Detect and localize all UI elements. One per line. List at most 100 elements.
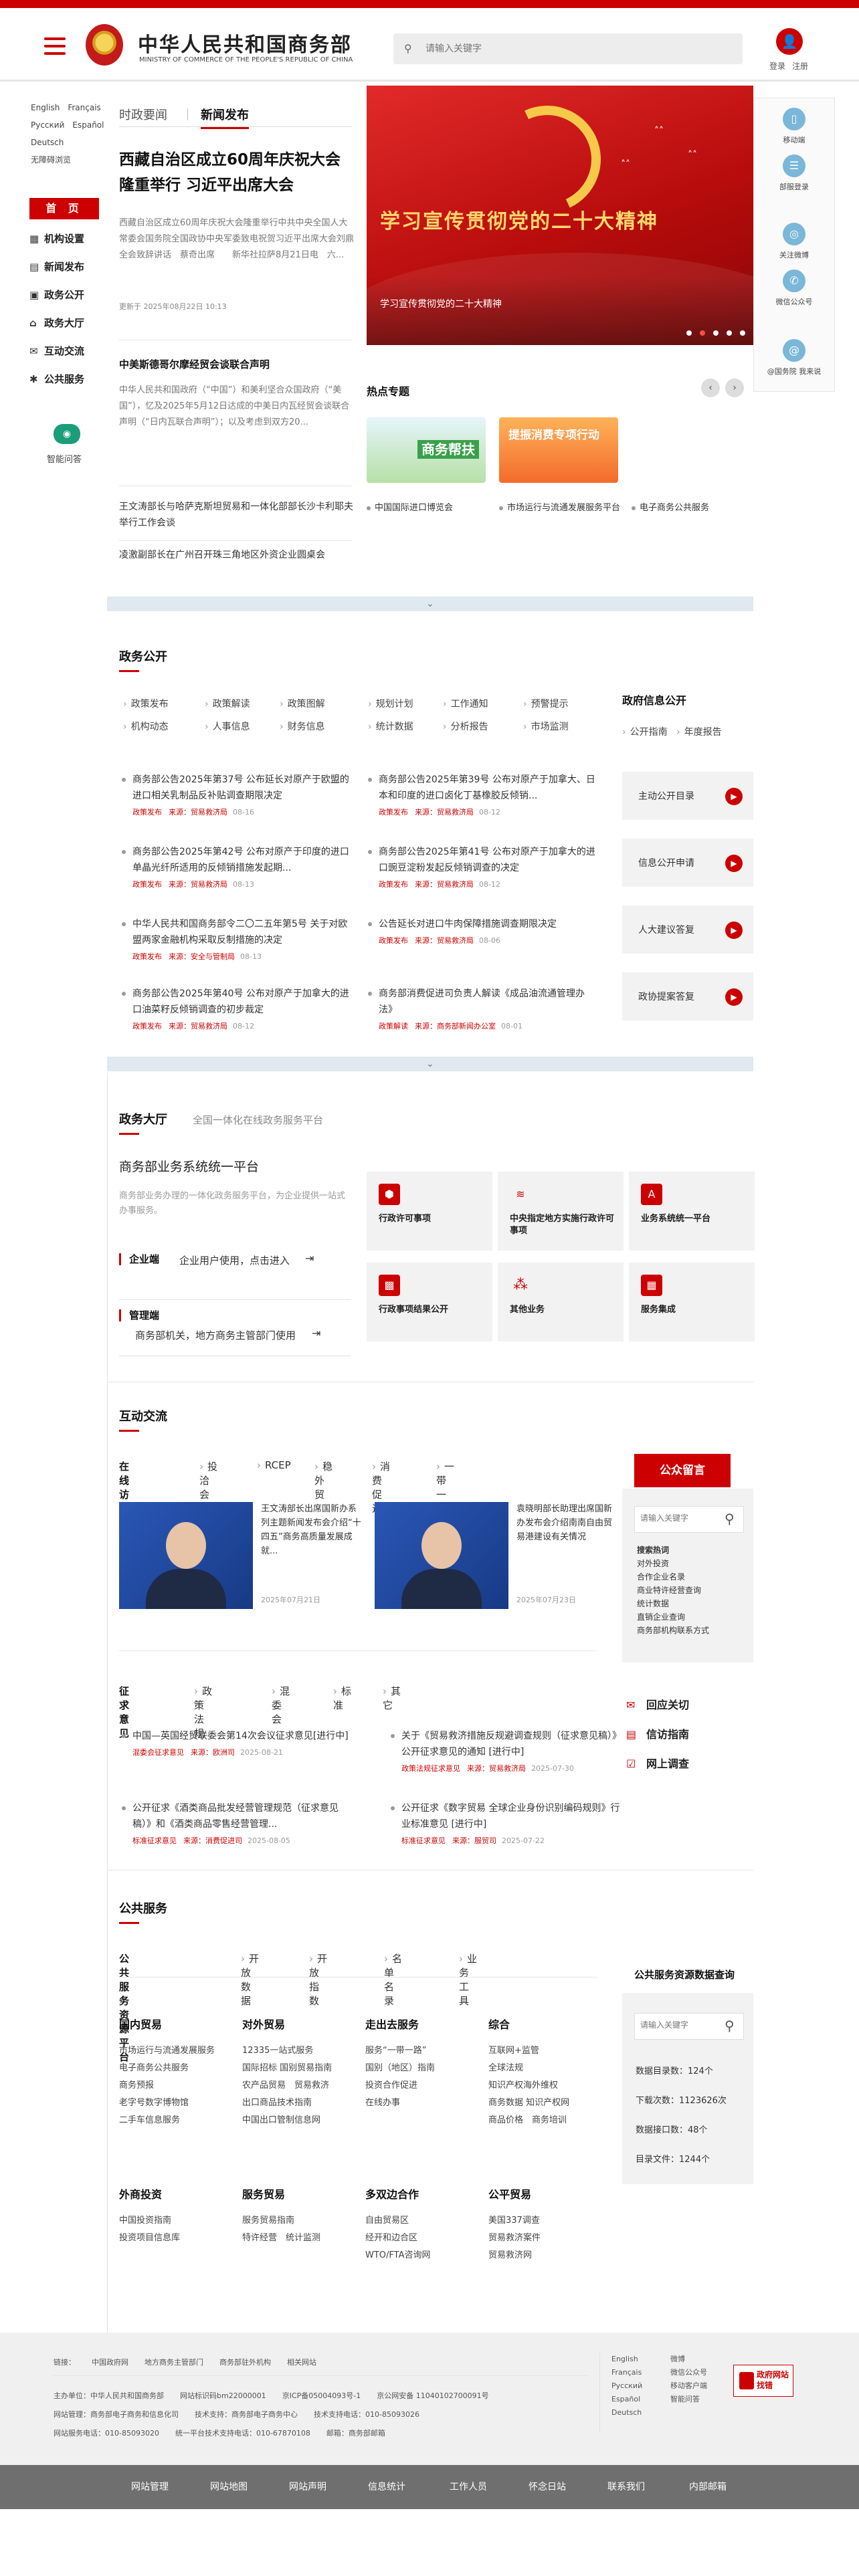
gov-cat[interactable]: 政策发布	[123, 697, 169, 710]
opinion-item[interactable]: 公开征求《数字贸易 全球企业身份识别编码规则》行业标准意见 [进行中] 标准征求意…	[391, 1800, 625, 1846]
gov-cat[interactable]: 市场监测	[523, 720, 569, 733]
svc-link[interactable]: WTO/FTA咨询网	[365, 2247, 483, 2264]
svc-link[interactable]: 12335一站式服务	[242, 2042, 360, 2060]
svc-link[interactable]: 国别（地区）指南	[365, 2060, 483, 2077]
public-tab[interactable]: 开放数据	[241, 1951, 259, 2008]
footer-text[interactable]: 邮箱：商务部邮箱	[326, 2429, 385, 2438]
tool-petition[interactable]: ▤ 信访指南	[626, 1725, 689, 1741]
gov-list-item[interactable]: 中华人民共和国商务部令二〇二五年第5号 关于对欧盟两家金融机构采取反制措施的决定…	[122, 916, 349, 962]
nav-item-org[interactable]: ▦ 机构设置	[29, 225, 110, 253]
banner-caption[interactable]: 学习宣传贯彻党的二十大精神	[380, 297, 502, 310]
opinion-tab[interactable]: 标准	[333, 1684, 351, 1712]
hot-word[interactable]: 商务部机构联系方式	[637, 1624, 709, 1637]
public-tab[interactable]: 业务工具	[459, 1951, 477, 2008]
gov-cat[interactable]: 机构动态	[123, 720, 169, 733]
tile-service-integration[interactable]: ▦ 服务集成	[629, 1263, 755, 1341]
nav-item-hall[interactable]: ⌂ 政务大厅	[29, 309, 110, 337]
tab-press-release[interactable]: 新闻发布	[201, 106, 249, 129]
message-search-input[interactable]	[640, 1513, 721, 1523]
bottom-link[interactable]: 网站地图	[210, 2480, 248, 2493]
tool-survey[interactable]: ☑ 网上调查	[626, 1755, 689, 1771]
svc-link[interactable]: 老字号数字博物馆	[119, 2095, 237, 2112]
bottom-link[interactable]: 工作人员	[450, 2480, 487, 2493]
nav-item-interact[interactable]: ✉ 互动交流	[29, 337, 110, 365]
gov-cat[interactable]: 统计数据	[368, 720, 413, 733]
footer-lang[interactable]: Français	[611, 2366, 642, 2379]
news-link[interactable]: 王文涛部长与哈萨克斯坦贸易和一体化部部长沙卡利耶夫举行工作会谈	[119, 499, 355, 531]
info-link[interactable]: 公开指南	[622, 727, 668, 738]
lang-russian[interactable]: Русский	[31, 120, 64, 130]
gov-cat[interactable]: 政策解读	[205, 697, 250, 710]
svc-link[interactable]: 美国337调查	[488, 2212, 606, 2230]
public-tab[interactable]: 名单名录	[384, 1951, 402, 2008]
nav-home[interactable]: 首 页	[29, 198, 99, 219]
nav-item-news[interactable]: ▤ 新闻发布	[29, 253, 110, 281]
footer-app[interactable]: 微博	[670, 2353, 707, 2366]
national-emblem-logo[interactable]	[86, 24, 123, 66]
collapse-bar[interactable]: ⌄	[107, 597, 753, 611]
news-link[interactable]: 凌激副部长在广州召开珠三角地区外资企业圆桌会	[119, 547, 355, 563]
accessibility-link[interactable]: 无障碍浏览	[31, 155, 71, 165]
bottom-link[interactable]: 内部邮箱	[689, 2480, 727, 2493]
svc-link[interactable]: 商务预报	[119, 2077, 237, 2095]
svc-link[interactable]: 国际招标 国别贸易指南	[242, 2060, 360, 2077]
info-btn-apply[interactable]: 信息公开申请 ▶	[622, 839, 753, 887]
opinion-item[interactable]: 中国—英国经贸联委会第14次会议征求意见[进行中] 混委会征求意见 来源：欧洲司 20…	[122, 1728, 356, 1757]
rail-weibo[interactable]: ◎ 关注微博	[754, 223, 834, 260]
gov-list-item[interactable]: 商务部公告2025年第42号 公布对原产于印度的进口单晶光纤所适用的反倾销措施发…	[122, 844, 349, 889]
gov-cat[interactable]: 规划计划	[368, 697, 413, 710]
carousel-dot[interactable]	[740, 330, 745, 336]
gov-cat[interactable]: 工作通知	[443, 697, 488, 710]
svc-link[interactable]: 市场运行与流通发展服务	[119, 2042, 237, 2060]
svc-link[interactable]: 在线办事	[365, 2095, 483, 2112]
headline-title[interactable]: 西藏自治区成立60周年庆祝大会隆重举行 习近平出席大会	[119, 147, 355, 198]
enter-arrow-icon[interactable]: ⇥	[305, 1252, 314, 1265]
tool-response[interactable]: ✉ 回应关切	[626, 1696, 689, 1712]
robot-icon[interactable]: ◉	[54, 424, 80, 444]
svc-link[interactable]: 投资合作促进	[365, 2077, 483, 2095]
footer-app[interactable]: 智能问答	[670, 2393, 707, 2406]
hot-word[interactable]: 合作企业名录	[637, 1570, 709, 1584]
opinion-item[interactable]: 公开征求《酒类商品批发经营管理规范（征求意见稿）》和《酒类商品零售经营管理...…	[122, 1800, 356, 1846]
svc-link[interactable]: 全球法规	[488, 2060, 606, 2077]
svc-link[interactable]: 互联网+监管	[488, 2042, 606, 2060]
svc-link[interactable]: 农产品贸易 贸易救济	[242, 2077, 360, 2095]
tile-results-public[interactable]: ▩ 行政事项结果公开	[367, 1263, 492, 1341]
nav-item-public[interactable]: ✱ 公共服务	[29, 365, 110, 393]
hot-link[interactable]: 市场运行与流通发展服务平台	[499, 502, 626, 515]
hall-subtitle[interactable]: 全国一体化在线政务服务平台	[193, 1113, 323, 1127]
footer-text[interactable]: 京ICP备05004093号-1	[282, 2391, 361, 2400]
tab-current-affairs[interactable]: 时政要闻	[119, 106, 167, 123]
footer-link[interactable]: 商务部驻外机构	[219, 2358, 271, 2367]
footer-app[interactable]: 移动客户端	[670, 2379, 707, 2393]
gov-list-item[interactable]: 商务部公告2025年第39号 公布对原产于加拿大、日本和印度的进口卤化丁基橡胶反…	[368, 772, 595, 817]
footer-app[interactable]: 微信公众号	[670, 2366, 707, 2379]
gov-site-error-badge[interactable]: 政府网站找错	[733, 2365, 793, 2397]
rail-mobile[interactable]: ▯ 移动端	[754, 108, 834, 145]
gov-list-item[interactable]: 公告延长对进口牛肉保障措施调查期限决定 政策发布 来源：贸易救济局 08-06	[368, 916, 595, 946]
gov-cat[interactable]: 人事信息	[205, 720, 250, 733]
info-btn-npc[interactable]: 人大建议答复 ▶	[622, 905, 753, 954]
hot-word[interactable]: 商业特许经营查询	[637, 1584, 709, 1597]
tile-unified-platform[interactable]: A 业务系统统一平台	[629, 1172, 755, 1251]
svc-link[interactable]: 经开和边合区	[365, 2230, 483, 2247]
banner-carousel[interactable]: ˄˄ ˄˄ ˄˄ 学习宣传贯彻党的二十大精神 学习宣传贯彻党的二十大精神	[367, 86, 753, 345]
hot-card-consumption[interactable]: 提振消费专项行动	[499, 417, 618, 483]
footer-link[interactable]: 地方商务主管部门	[145, 2358, 203, 2367]
svc-link[interactable]: 贸易救济案件	[488, 2230, 606, 2247]
footer-lang[interactable]: Español	[611, 2393, 642, 2406]
svc-link[interactable]: 中国投资指南	[119, 2212, 237, 2230]
gov-cat[interactable]: 分析报告	[443, 720, 488, 733]
opinion-item[interactable]: 关于《贸易救济措施反规避调查规则（征求意见稿）》公开征求意见的通知 [进行中] 政…	[391, 1728, 625, 1774]
bottom-link[interactable]: 信息统计	[368, 2480, 405, 2493]
tile-central-license[interactable]: ≋ 中央指定地方实施行政许可事项	[498, 1172, 624, 1251]
footer-link[interactable]: 中国政府网	[92, 2358, 128, 2367]
rail-login[interactable]: ☰ 部服登录	[754, 154, 834, 192]
opinion-tab[interactable]: 其它	[383, 1684, 401, 1712]
hall-system-title[interactable]: 商务部业务系统统一平台	[119, 1157, 259, 1175]
rail-wechat[interactable]: ✆ 微信公众号	[754, 270, 834, 307]
tile-other[interactable]: ⁂ 其他业务	[498, 1263, 624, 1341]
bottom-link[interactable]: 网站声明	[289, 2480, 326, 2493]
footer-lang[interactable]: Deutsch	[611, 2406, 642, 2420]
enter-arrow-icon[interactable]: ⇥	[312, 1327, 320, 1339]
